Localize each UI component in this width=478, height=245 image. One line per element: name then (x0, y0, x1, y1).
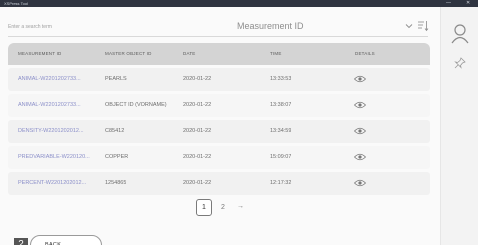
object-id-cell: OBJECT ID (VORNAME) (105, 102, 167, 108)
time-cell: 13:33:53 (270, 76, 292, 82)
table-row[interactable]: DENSITY-W2201202012... C85412 2020-01-22… (8, 120, 430, 143)
date-cell: 2020-01-22 (183, 154, 212, 160)
app-window: XSPress Tool — ✕ Measurement ID MEAS (0, 0, 478, 245)
date-cell: 2020-01-22 (183, 102, 212, 108)
measurement-id-link[interactable]: ANIMAL-W2201202733... (18, 76, 98, 82)
date-cell: 2020-01-22 (183, 128, 212, 134)
search-field-value: Measurement ID (237, 21, 304, 31)
chevron-down-icon (405, 24, 413, 29)
sort-icon[interactable] (417, 19, 429, 33)
close-button[interactable]: ✕ (466, 0, 470, 7)
window-title: XSPress Tool (4, 1, 28, 6)
eye-icon[interactable] (354, 101, 366, 109)
column-header-time[interactable]: TIME (270, 51, 282, 56)
eye-icon[interactable] (354, 127, 366, 135)
time-cell: 13:34:59 (270, 128, 292, 134)
pagination: 1 2 → (196, 199, 286, 219)
eye-icon[interactable] (354, 75, 366, 83)
measurement-id-link[interactable]: DENSITY-W2201202012... (18, 128, 98, 134)
measurement-id-link[interactable]: PREDVARIABLE-W220120... (18, 154, 98, 160)
right-sidebar (440, 7, 478, 245)
main-panel: Measurement ID MEASUREMENT ID MASTER OBJ… (0, 7, 440, 245)
date-cell: 2020-01-22 (183, 76, 212, 82)
time-cell: 13:38:07 (270, 102, 292, 108)
window-titlebar: XSPress Tool — ✕ (0, 0, 478, 7)
back-button[interactable]: BACK (30, 235, 102, 245)
time-cell: 15:09:07 (270, 154, 292, 160)
user-icon[interactable] (451, 24, 469, 44)
object-id-cell: C85412 (105, 128, 125, 134)
minimize-button[interactable]: — (446, 0, 451, 7)
table-row[interactable]: PREDVARIABLE-W220120... COPPER 2020-01-2… (8, 146, 430, 169)
object-id-cell: PEARLS (105, 76, 127, 82)
measurement-id-link[interactable]: ANIMAL-W2201202733... (18, 102, 98, 108)
measurement-id-link[interactable]: PERCENT-W2201202012... (18, 180, 98, 186)
pin-icon[interactable] (454, 57, 466, 69)
search-bar: Measurement ID (8, 15, 429, 37)
column-header-measurement-id[interactable]: MEASUREMENT ID (18, 51, 61, 56)
eye-icon[interactable] (354, 153, 366, 161)
table-row[interactable]: PERCENT-W2201202012... 1254865 2020-01-2… (8, 172, 430, 195)
column-header-master-object-id[interactable]: MASTER OBJECT ID (105, 51, 152, 56)
object-id-cell: 1254865 (105, 180, 127, 186)
step-number-badge: 2 (14, 238, 28, 245)
date-cell: 2020-01-22 (183, 180, 212, 186)
object-id-cell: COPPER (105, 154, 129, 160)
search-field-select[interactable]: Measurement ID (178, 19, 414, 35)
table-row[interactable]: ANIMAL-W2201202733... PEARLS 2020-01-22 … (8, 68, 430, 91)
search-input[interactable] (8, 21, 178, 33)
column-header-date[interactable]: DATE (183, 51, 195, 56)
eye-icon[interactable] (354, 179, 366, 187)
next-page-arrow[interactable]: → (237, 199, 244, 214)
page-button-2[interactable]: 2 (221, 200, 225, 215)
measurements-table: MEASUREMENT ID MASTER OBJECT ID DATE TIM… (8, 43, 430, 195)
page-button-current[interactable]: 1 (196, 199, 212, 216)
table-header: MEASUREMENT ID MASTER OBJECT ID DATE TIM… (8, 43, 430, 65)
table-row[interactable]: ANIMAL-W2201202733... OBJECT ID (VORNAME… (8, 94, 430, 117)
time-cell: 12:17:32 (270, 180, 292, 186)
back-area: 2 BACK (14, 231, 104, 245)
column-header-details: DETAILS (355, 51, 375, 56)
